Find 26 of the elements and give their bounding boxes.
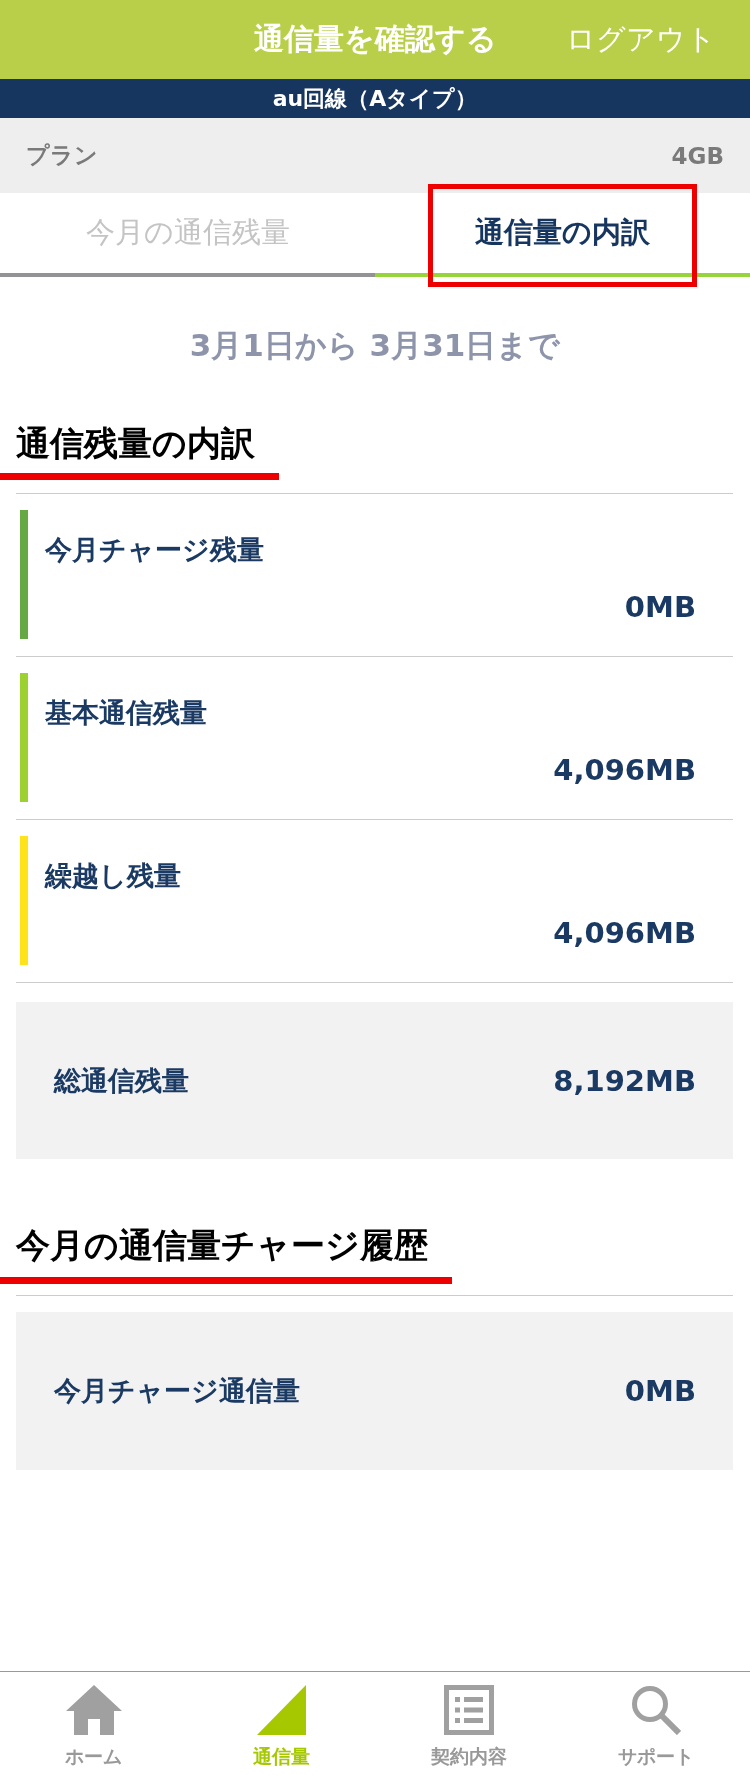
search-icon [631, 1685, 682, 1735]
section-heading: 今月の通信量チャージ履歴 [0, 1224, 452, 1284]
plan-label: プラン [26, 141, 98, 170]
item-value: 4,096MB [553, 915, 696, 951]
logout-link[interactable]: ログアウト [566, 19, 716, 60]
home-icon [65, 1685, 122, 1735]
nav-item[interactable]: ホーム [0, 1672, 188, 1775]
line-type-banner: au回線（Aタイプ） [0, 79, 750, 118]
item-value: 0MB [624, 589, 696, 625]
charge-label: 今月チャージ通信量 [54, 1374, 300, 1408]
item-label: 繰越し残量 [45, 859, 182, 893]
charge-value: 0MB [624, 1374, 696, 1408]
nav-item[interactable]: 契約内容 [375, 1672, 563, 1775]
item-value: 4,096MB [553, 752, 696, 788]
nav-item[interactable]: 通信量 [187, 1672, 375, 1775]
item-label: 今月チャージ残量 [45, 533, 265, 567]
triangle-icon [256, 1685, 306, 1735]
total-value: 8,192MB [553, 1063, 696, 1098]
item-label: 基本通信残量 [45, 696, 208, 730]
list-icon [443, 1685, 494, 1735]
plan-value: 4GB [671, 142, 724, 169]
page-title: 通信量を確認する [253, 20, 497, 58]
section-heading: 通信残量の内訳 [0, 422, 279, 480]
total-label: 総通信残量 [54, 1063, 189, 1098]
nav-item[interactable]: サポート [562, 1672, 750, 1775]
date-range: 3月1日から 3月31日まで [188, 326, 562, 365]
